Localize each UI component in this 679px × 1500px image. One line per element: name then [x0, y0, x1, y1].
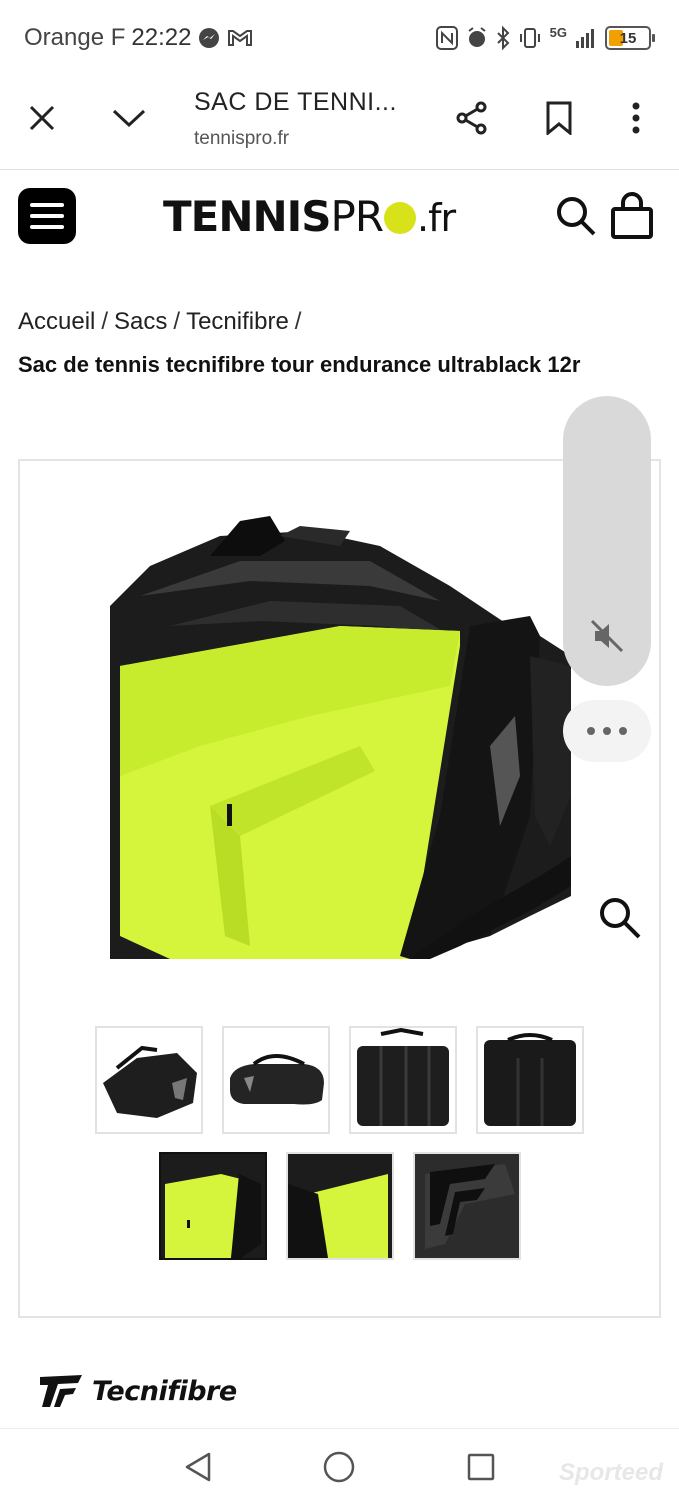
- tecnifibre-logo-icon: [40, 1375, 82, 1407]
- bookmark-button[interactable]: [535, 94, 583, 142]
- menu-button[interactable]: [18, 188, 76, 244]
- thumbnail-bag-open-interior-view[interactable]: [159, 1152, 267, 1260]
- floating-control-panel[interactable]: [563, 396, 651, 686]
- brand-name: Tecnifibre: [92, 1375, 237, 1407]
- home-button[interactable]: [319, 1447, 359, 1487]
- thumbnail-bag-side-view[interactable]: [95, 1026, 203, 1134]
- bluetooth-icon: [496, 26, 510, 50]
- breadcrumb: Accueil / Sacs / Tecnifibre /: [18, 308, 302, 336]
- thumbnail-bag-front-view[interactable]: [222, 1026, 330, 1134]
- breadcrumb-item-home[interactable]: Accueil: [18, 308, 95, 336]
- zoom-icon: [600, 898, 641, 939]
- browser-toolbar: SAC DE TENNI... tennispro.fr: [0, 78, 679, 170]
- status-bar: Orange F 22:22 5G 15: [0, 0, 679, 78]
- gmail-icon: [228, 30, 253, 46]
- share-button[interactable]: [448, 94, 496, 142]
- vibrate-icon: [519, 28, 540, 48]
- page-url[interactable]: tennispro.fr: [194, 128, 289, 150]
- watermark: Sporteed: [558, 1459, 663, 1486]
- back-button[interactable]: [178, 1447, 218, 1487]
- nfc-icon: [435, 26, 458, 50]
- thumbnail-bag-open-top-view[interactable]: [349, 1026, 457, 1134]
- cart-button[interactable]: [608, 190, 656, 240]
- more-vertical-icon: [632, 102, 640, 134]
- battery-indicator: 15: [605, 26, 655, 50]
- zoom-button[interactable]: [595, 893, 645, 943]
- breadcrumb-item-brand[interactable]: Tecnifibre: [186, 308, 289, 336]
- breadcrumb-item-bags[interactable]: Sacs: [114, 308, 167, 336]
- thumbnail-bag-logo-detail[interactable]: [413, 1152, 521, 1260]
- clock: 22:22: [131, 24, 192, 51]
- site-header: TENNIS PR .fr: [0, 170, 679, 270]
- chevron-down-icon: [112, 109, 146, 128]
- page-tab-title: SAC DE TENNI...: [194, 88, 397, 116]
- bookmark-icon: [546, 101, 572, 135]
- close-icon: [29, 105, 55, 131]
- network-type: 5G: [549, 24, 567, 40]
- more-options-button[interactable]: [612, 94, 660, 142]
- product-title: Sac de tennis tecnifibre tour endurance …: [18, 352, 581, 377]
- back-icon: [185, 1452, 211, 1482]
- signal-icon: [576, 29, 594, 48]
- alarm-icon: [468, 27, 486, 47]
- recents-icon: [467, 1453, 495, 1481]
- share-icon: [456, 101, 487, 135]
- carrier-name: Orange F: [24, 24, 126, 51]
- messenger-icon: [199, 28, 220, 48]
- home-icon: [323, 1451, 355, 1483]
- system-nav-bar: Sporteed: [0, 1428, 679, 1500]
- search-icon: [557, 197, 596, 236]
- battery-percent: 15: [619, 29, 637, 47]
- tennis-ball-icon: [384, 202, 417, 234]
- thumbnail-bag-back-view[interactable]: [476, 1026, 584, 1134]
- brand-logo[interactable]: Tecnifibre: [38, 1373, 237, 1409]
- menu-icon: [30, 203, 64, 207]
- product-main-image[interactable]: [110, 516, 571, 959]
- more-horizontal-icon: [587, 727, 595, 735]
- close-tab-button[interactable]: [18, 94, 66, 142]
- thumbnail-bag-interior-angle-view[interactable]: [286, 1152, 394, 1260]
- recents-button[interactable]: [461, 1447, 501, 1487]
- floating-more-button[interactable]: [563, 700, 651, 762]
- collapse-button[interactable]: [105, 94, 153, 142]
- mute-icon: [590, 619, 624, 653]
- site-logo[interactable]: TENNIS PR .fr: [163, 192, 456, 242]
- search-button[interactable]: [554, 194, 598, 238]
- shopping-bag-icon: [611, 192, 653, 239]
